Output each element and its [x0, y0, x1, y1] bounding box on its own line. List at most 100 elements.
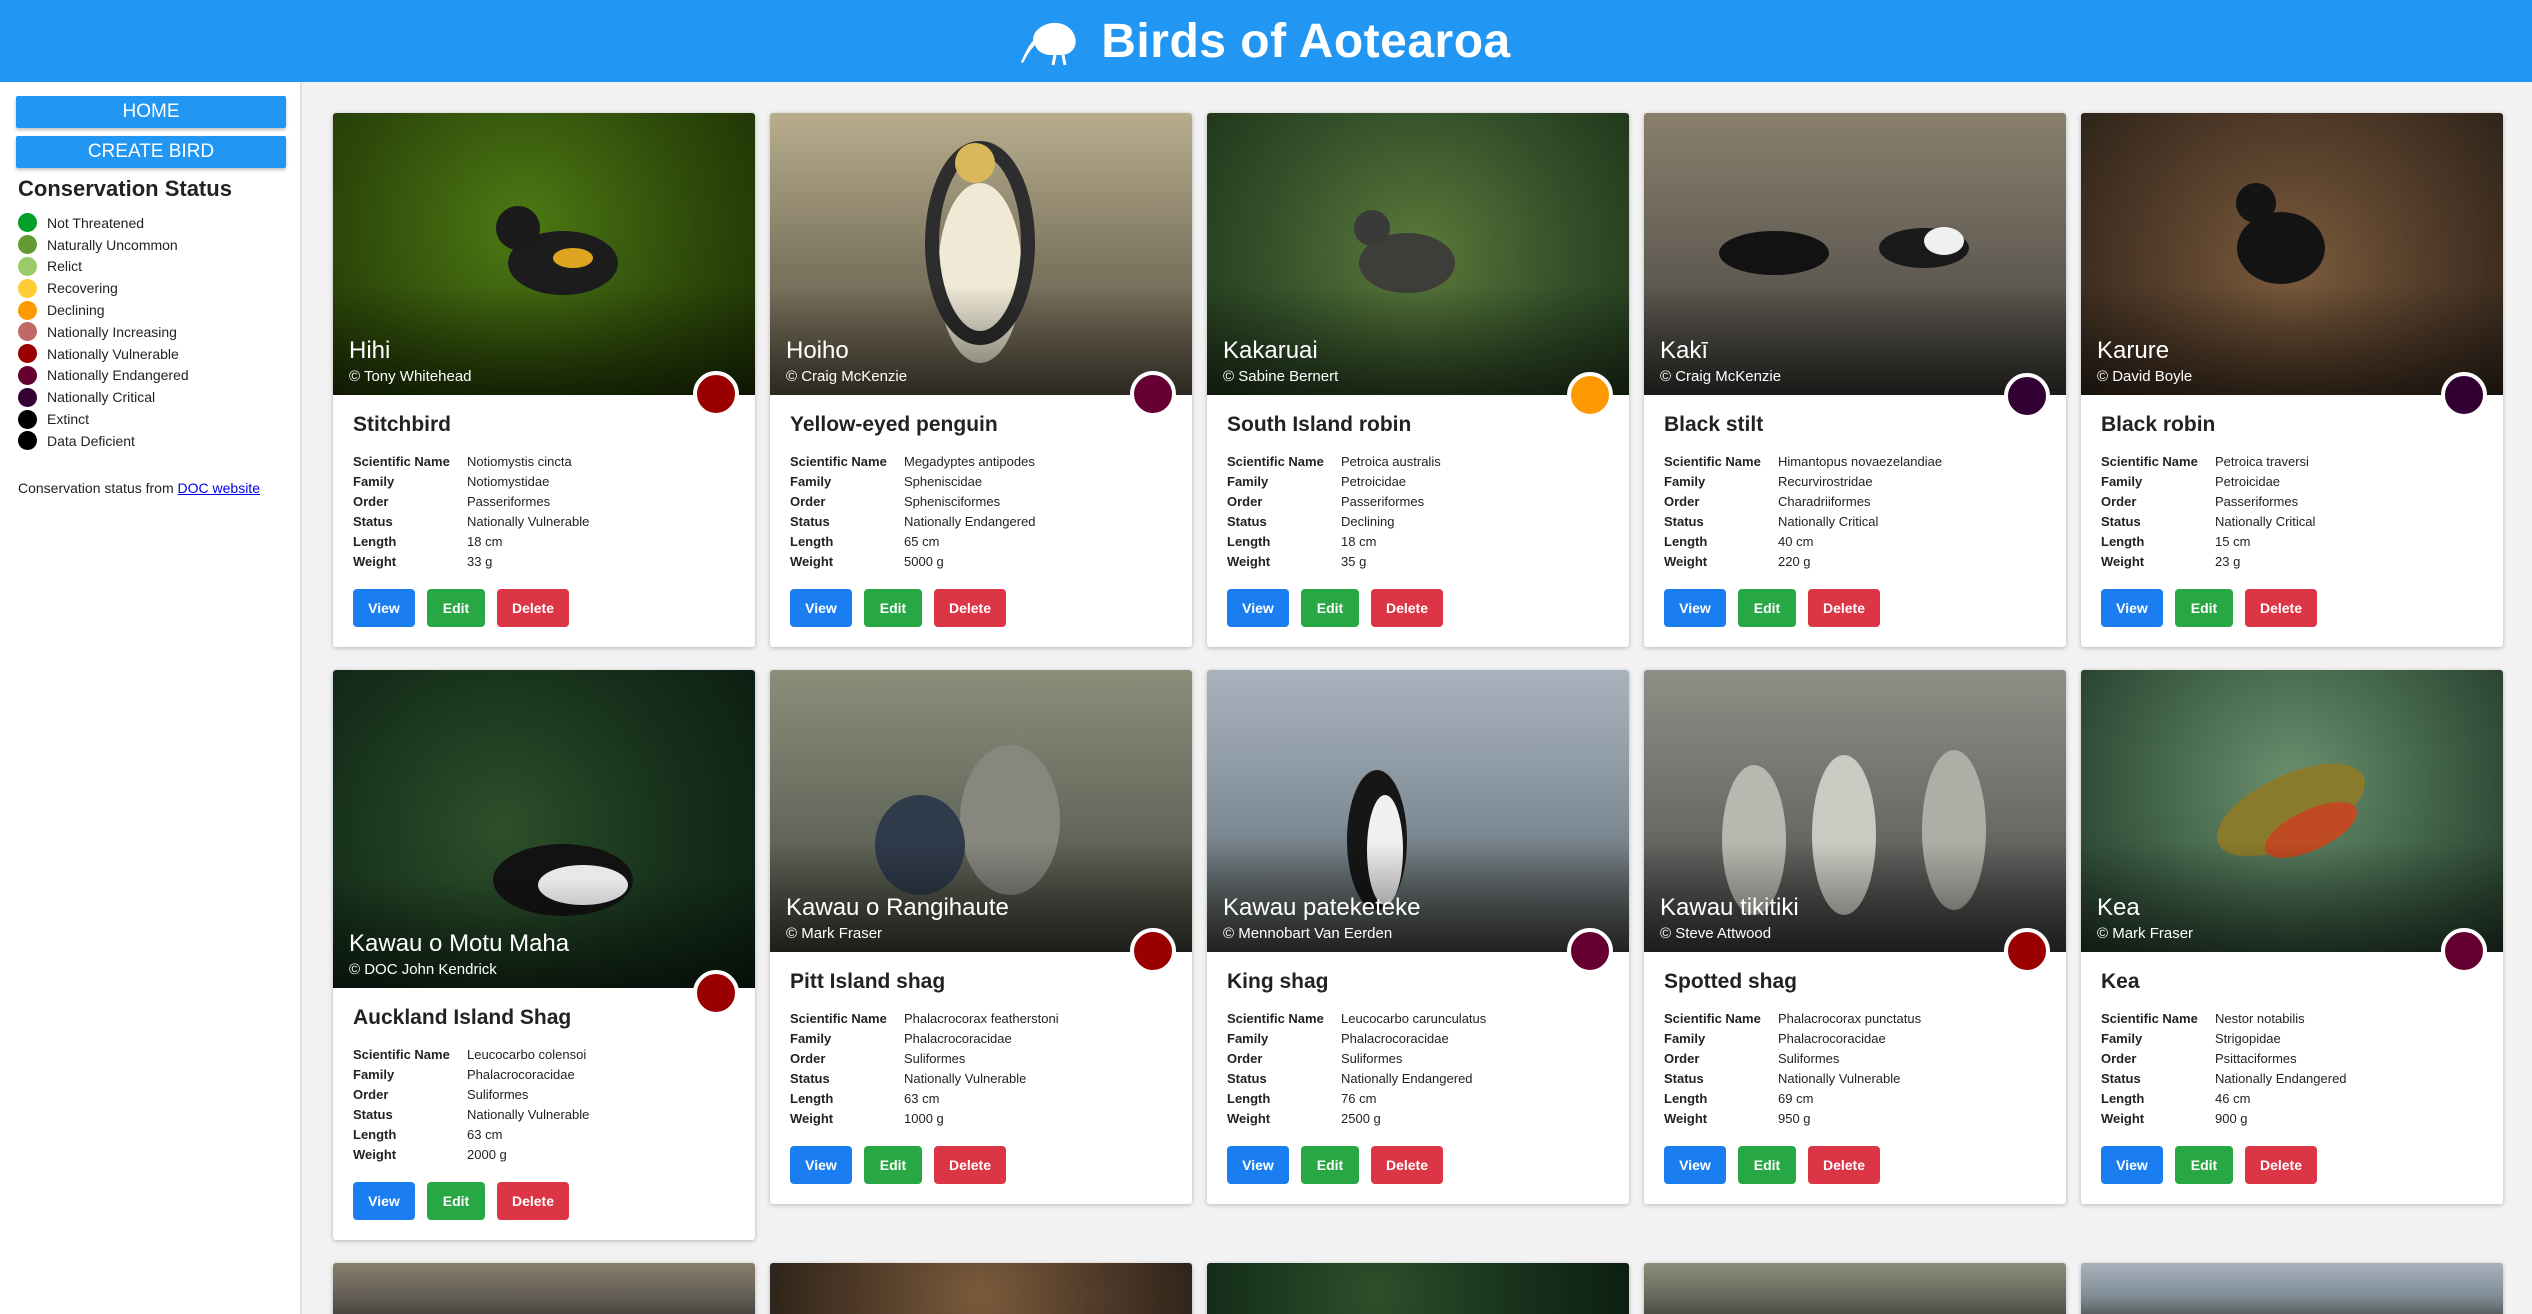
card-actions: View Edit Delete [790, 1146, 1172, 1184]
delete-button[interactable]: Delete [1808, 589, 1880, 627]
create-bird-button[interactable]: CREATE BIRD [16, 136, 286, 168]
info-value: Phalacrocoracidae [1778, 1030, 1886, 1046]
info-value: Passeriformes [2215, 493, 2299, 509]
info-value: Spheniscidae [904, 473, 983, 489]
info-value: Charadriiformes [1778, 493, 1871, 509]
delete-button[interactable]: Delete [2245, 1146, 2317, 1184]
view-button[interactable]: View [790, 1146, 852, 1184]
bird-card-partial [1207, 1263, 1629, 1314]
edit-button[interactable]: Edit [1301, 589, 1359, 627]
info-value: Notiomystis cincta [467, 453, 572, 469]
info-value: 33 g [467, 553, 493, 569]
info-value: Passeriformes [467, 493, 551, 509]
delete-button[interactable]: Delete [497, 589, 569, 627]
view-button[interactable]: View [353, 589, 415, 627]
delete-button[interactable]: Delete [1808, 1146, 1880, 1184]
status-color-dot [18, 256, 37, 276]
legend-label: Extinct [47, 411, 90, 428]
doc-website-link[interactable]: DOC website [178, 480, 260, 496]
edit-button[interactable]: Edit [2175, 1146, 2233, 1184]
info-row-weight: Weight 23 g [2101, 551, 2483, 571]
info-row-weight: Weight 2500 g [1227, 1108, 1609, 1128]
bird-card-partial [333, 1263, 755, 1314]
info-label: Length [353, 1126, 397, 1142]
bird-maori-name: Kawau pateketeke [1223, 894, 1421, 921]
bird-photo: Kawau pateketeke © Mennobart Van Eerden [1207, 670, 1629, 952]
edit-button[interactable]: Edit [864, 1146, 922, 1184]
legend-item: Not Threatened [16, 212, 284, 234]
bird-info: Scientific Name Himantopus novaezelandiae… [1664, 451, 2046, 571]
info-row-scientific: Scientific Name Notiomystis cincta [353, 451, 735, 471]
info-label: Scientific Name [2101, 1010, 2198, 1026]
photo-credit: © Craig McKenzie [1660, 368, 1782, 385]
delete-button[interactable]: Delete [934, 1146, 1006, 1184]
info-label: Order [790, 493, 826, 509]
info-row-length: Length 46 cm [2101, 1088, 2483, 1108]
delete-button[interactable]: Delete [1371, 1146, 1443, 1184]
delete-button[interactable]: Delete [2245, 589, 2317, 627]
delete-button[interactable]: Delete [497, 1182, 569, 1220]
info-row-status: Status Nationally Vulnerable [1664, 1068, 2046, 1088]
bird-card: Kea © Mark Fraser Kea Scientific Name Nestor… [2081, 670, 2503, 1204]
view-button[interactable]: View [1664, 589, 1726, 627]
edit-button[interactable]: Edit [2175, 589, 2233, 627]
bird-english-name: Kea [2101, 970, 2140, 993]
delete-button[interactable]: Delete [934, 589, 1006, 627]
info-row-weight: Weight 33 g [353, 551, 735, 571]
view-button[interactable]: View [1664, 1146, 1726, 1184]
card-actions: View Edit Delete [790, 589, 1172, 627]
card-body: Yellow-eyed penguin Scientific Name Megady… [770, 395, 1192, 647]
info-label: Scientific Name [790, 1010, 887, 1026]
info-row-length: Length 76 cm [1227, 1088, 1609, 1108]
info-label: Status [1664, 513, 1704, 529]
status-indicator [693, 970, 739, 1016]
info-label: Length [353, 533, 397, 549]
info-row-scientific: Scientific Name Phalacrocorax punctatus [1664, 1008, 2046, 1028]
info-value: Sphenisciformes [904, 493, 1001, 509]
edit-button[interactable]: Edit [427, 1182, 485, 1220]
status-color-dot [18, 213, 37, 233]
bird-maori-name: Kakaruai [1223, 337, 1318, 364]
view-button[interactable]: View [1227, 589, 1289, 627]
info-row-family: Family Spheniscidae [790, 471, 1172, 491]
legend-item: Naturally Uncommon [16, 234, 284, 256]
bird-english-name: Black robin [2101, 413, 2216, 436]
legend-label: Data Deficient [47, 432, 135, 449]
photo-credit: © David Boyle [2097, 368, 2193, 385]
view-button[interactable]: View [2101, 589, 2163, 627]
legend-label: Not Threatened [47, 214, 145, 231]
edit-button[interactable]: Edit [1738, 589, 1796, 627]
info-row-scientific: Scientific Name Leucocarbo carunculatus [1227, 1008, 1609, 1028]
info-label: Length [790, 533, 834, 549]
info-row-scientific: Scientific Name Megadyptes antipodes [790, 451, 1172, 471]
view-button[interactable]: View [353, 1182, 415, 1220]
info-value: 76 cm [1341, 1090, 1377, 1106]
view-button[interactable]: View [2101, 1146, 2163, 1184]
legend-item: Nationally Vulnerable [16, 343, 284, 365]
edit-button[interactable]: Edit [1301, 1146, 1359, 1184]
info-label: Scientific Name [1227, 1010, 1324, 1026]
home-button[interactable]: HOME [16, 96, 286, 128]
bird-english-name: King shag [1227, 970, 1329, 993]
info-row-status: Status Nationally Critical [1664, 511, 2046, 531]
info-value: 18 cm [1341, 533, 1377, 549]
photo-credit: © Mark Fraser [786, 925, 883, 942]
bird-maori-name: Kawau o Motu Maha [349, 930, 570, 957]
edit-button[interactable]: Edit [427, 589, 485, 627]
info-label: Status [2101, 513, 2141, 529]
info-row-weight: Weight 35 g [1227, 551, 1609, 571]
info-value: 65 cm [904, 533, 940, 549]
bird-maori-name: Kakī [1660, 337, 1709, 364]
edit-button[interactable]: Edit [1738, 1146, 1796, 1184]
bird-info: Scientific Name Nestor notabilis Family Str… [2101, 1008, 2483, 1128]
info-row-order: Order Psittaciformes [2101, 1048, 2483, 1068]
info-value: 69 cm [1778, 1090, 1814, 1106]
info-value: Petroica australis [1341, 453, 1441, 469]
edit-button[interactable]: Edit [864, 589, 922, 627]
view-button[interactable]: View [1227, 1146, 1289, 1184]
info-row-scientific: Scientific Name Petroica australis [1227, 451, 1609, 471]
info-row-scientific: Scientific Name Petroica traversi [2101, 451, 2483, 471]
status-indicator [1130, 371, 1176, 417]
view-button[interactable]: View [790, 589, 852, 627]
delete-button[interactable]: Delete [1371, 589, 1443, 627]
